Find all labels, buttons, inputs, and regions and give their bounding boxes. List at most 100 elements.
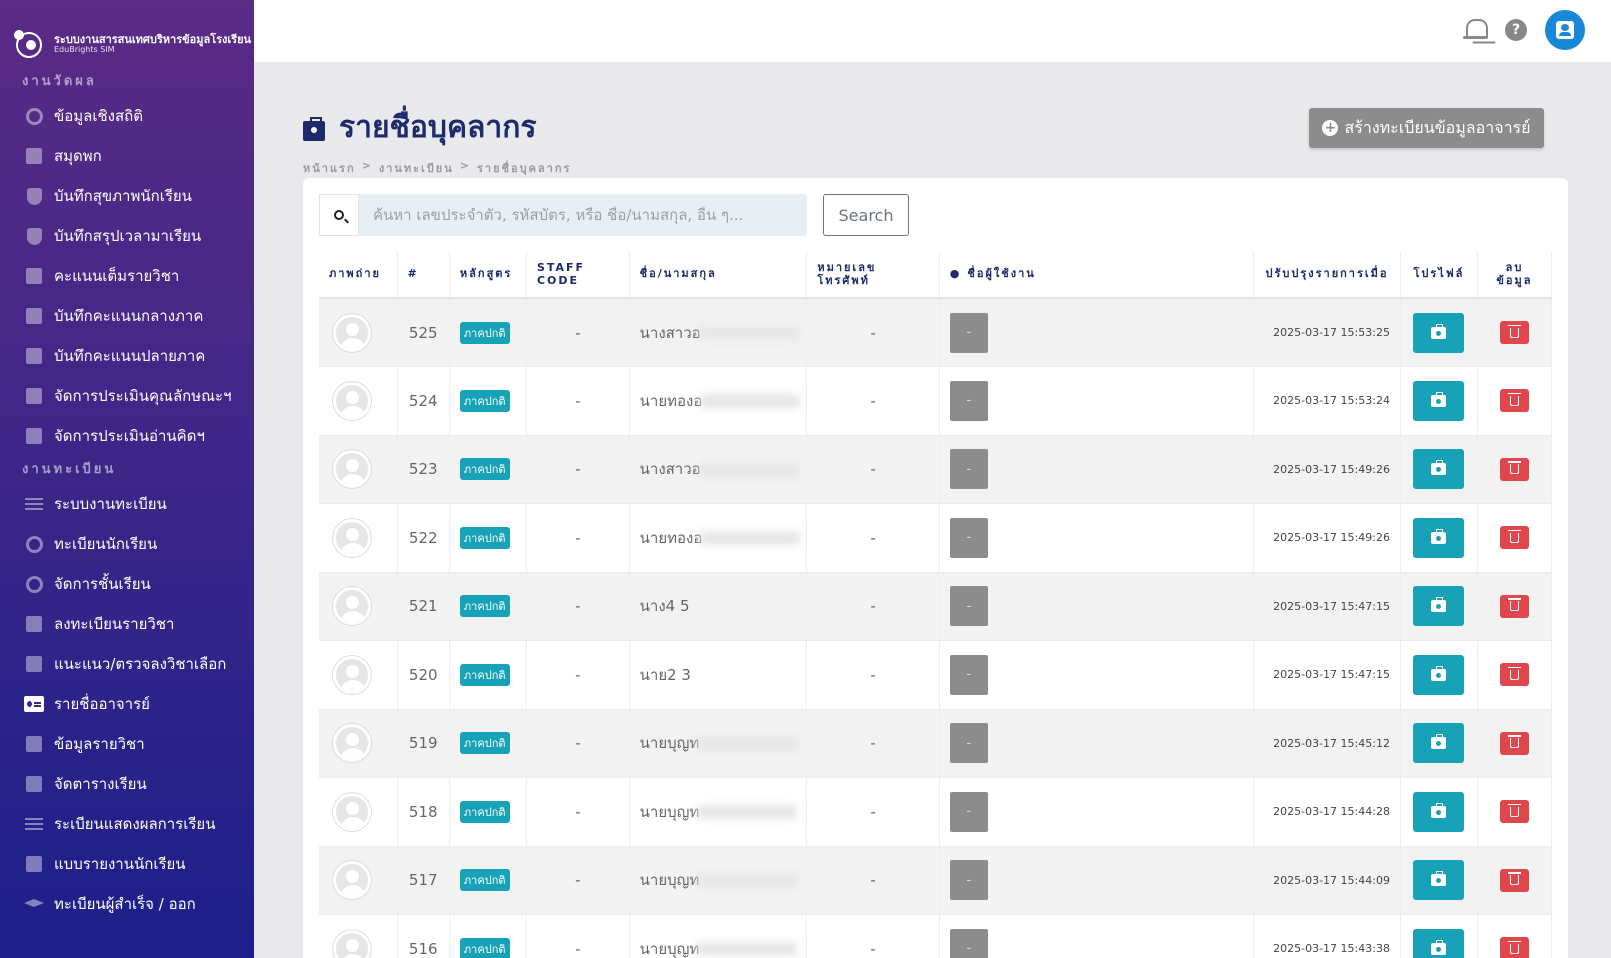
- staff-code: -: [526, 709, 630, 778]
- sidebar-item[interactable]: จัดการประเมินอ่านคิดฯ: [0, 416, 254, 456]
- user-icon: ●: [949, 267, 962, 281]
- staff-table: ภาพถ่าย # หลักสูตร STAFF CODE ชื่อ/นามสก…: [319, 252, 1553, 958]
- staff-name: นางสาวอ: [639, 460, 701, 479]
- delete-button[interactable]: [1499, 321, 1529, 344]
- sidebar-item[interactable]: ข้อมูลเชิงสถิติ: [0, 96, 254, 136]
- username-button[interactable]: -: [949, 517, 988, 558]
- search-input[interactable]: [359, 206, 799, 224]
- sidebar-item[interactable]: สมุดพก: [0, 136, 254, 176]
- staff-list-card: Search ภาพถ่าย # หลักสูตร STAFF CODE ชื่…: [303, 178, 1568, 958]
- sidebar-item-label: แนะแนว/ตรวจลงวิชาเลือก: [54, 655, 227, 673]
- sidebar-item[interactable]: ทะเบียนนักเรียน: [0, 524, 254, 564]
- col-profile: โปรไฟล์: [1400, 252, 1478, 299]
- delete-cell: [1477, 777, 1553, 847]
- sidebar-item[interactable]: ลงทะเบียนรายวิชา: [0, 604, 254, 644]
- delete-button[interactable]: [1499, 800, 1529, 824]
- id-card-icon: [24, 695, 44, 713]
- table-row: 523 ภาคปกติ - นางสาวอ - - 2025-03-17 15:…: [319, 435, 1553, 504]
- course-cell: ภาคปกติ: [449, 298, 527, 367]
- username-button[interactable]: -: [949, 380, 988, 421]
- sidebar-item[interactable]: จัดการประเมินคุณลักษณะฯ: [0, 376, 254, 416]
- profile-button[interactable]: [1413, 586, 1465, 627]
- course-badge: ภาคปกติ: [459, 663, 510, 686]
- profile-button[interactable]: [1413, 312, 1465, 353]
- breadcrumb-home[interactable]: หน้าแรก: [303, 159, 356, 177]
- profile-button[interactable]: [1413, 791, 1465, 832]
- username-button[interactable]: -: [949, 723, 988, 764]
- redacted-name: [697, 736, 798, 751]
- graduation-cap-icon: [24, 895, 44, 913]
- delete-button[interactable]: [1499, 594, 1529, 618]
- staff-code: -: [526, 366, 630, 436]
- row-number: 519: [397, 709, 450, 778]
- profile-button[interactable]: [1413, 380, 1465, 421]
- delete-button[interactable]: [1499, 868, 1529, 892]
- sidebar-item[interactable]: บันทึกคะแนนปลายภาค: [0, 336, 254, 376]
- avatar-placeholder-icon: [333, 724, 371, 763]
- page-title: รายชื่อบุคลากร: [339, 110, 537, 145]
- sidebar-item[interactable]: ระเบียนแสดงผลการเรียน: [0, 804, 254, 844]
- sidebar-item[interactable]: คะแนนเต็มรายวิชา: [0, 256, 254, 296]
- phone: -: [806, 777, 940, 847]
- breadcrumb-registration[interactable]: งานทะเบียน: [379, 159, 454, 177]
- delete-button[interactable]: [1499, 937, 1529, 958]
- username-button[interactable]: -: [949, 791, 988, 832]
- table-row: 525 ภาคปกติ - นางสาวอ - - 2025-03-17 15:…: [319, 298, 1553, 367]
- username-button[interactable]: -: [949, 312, 988, 353]
- sidebar-item[interactable]: จัดการชั้นเรียน: [0, 564, 254, 604]
- sidebar-item[interactable]: ข้อมูลรายวิชา: [0, 724, 254, 764]
- help-icon[interactable]: ?: [1505, 19, 1527, 41]
- sidebar-item[interactable]: บันทึกสุขภาพนักเรียน: [0, 176, 254, 216]
- phone: -: [806, 914, 940, 958]
- staff-code: -: [526, 435, 630, 504]
- staff-code: -: [526, 503, 630, 573]
- col-staff-code: STAFF CODE: [526, 252, 630, 299]
- phone: -: [806, 435, 940, 504]
- topbar: ?: [254, 0, 1611, 62]
- sidebar-item[interactable]: บันทึกสรุปเวลามาเรียน: [0, 216, 254, 256]
- delete-cell: [1477, 435, 1553, 504]
- profile-cell: [1400, 914, 1478, 958]
- profile-button[interactable]: [1413, 928, 1465, 958]
- username-button[interactable]: -: [949, 928, 988, 958]
- username-cell: -: [939, 298, 1255, 367]
- profile-button[interactable]: [1413, 860, 1465, 901]
- delete-button[interactable]: [1499, 731, 1529, 755]
- bell-icon[interactable]: [1463, 17, 1488, 43]
- user-account-icon[interactable]: [1545, 10, 1585, 50]
- create-teacher-button[interactable]: + สร้างทะเบียนข้อมูลอาจารย์: [1309, 108, 1544, 148]
- sidebar-item[interactable]: จัดตารางเรียน: [0, 764, 254, 804]
- sidebar-item[interactable]: บันทึกคะแนนกลางภาค: [0, 296, 254, 336]
- delete-button[interactable]: [1499, 457, 1529, 481]
- updated-at: 2025-03-17 15:47:15: [1253, 572, 1401, 641]
- table-row: 521 ภาคปกติ - นาง4 5 - - 2025-03-17 15:4…: [319, 572, 1553, 641]
- sidebar-item[interactable]: แบบรายงานนักเรียน: [0, 844, 254, 884]
- username-button[interactable]: -: [949, 860, 988, 901]
- sidebar-item[interactable]: รายชื่ออาจารย์: [0, 684, 254, 724]
- sidebar-item[interactable]: ทะเบียนผู้สำเร็จ / ออก: [0, 884, 254, 924]
- delete-button[interactable]: [1499, 389, 1529, 413]
- username-button[interactable]: -: [949, 586, 988, 627]
- profile-button[interactable]: [1413, 723, 1465, 764]
- profile-button[interactable]: [1413, 654, 1465, 695]
- course-cell: ภาคปกติ: [449, 846, 527, 915]
- profile-cell: [1400, 366, 1478, 436]
- sidebar-item[interactable]: ระบบงานทะเบียน: [0, 484, 254, 524]
- phone: -: [806, 572, 940, 641]
- profile-button[interactable]: [1413, 449, 1465, 490]
- table-row: 516 ภาคปกติ - นายบุญท - - 2025-03-17 15:…: [319, 914, 1553, 958]
- delete-button[interactable]: [1499, 663, 1529, 687]
- search-button[interactable]: Search: [823, 194, 909, 236]
- profile-button[interactable]: [1413, 517, 1465, 558]
- username-button[interactable]: -: [949, 654, 988, 695]
- username-cell: -: [939, 503, 1255, 573]
- username-button[interactable]: -: [949, 449, 988, 490]
- sidebar-item[interactable]: แนะแนว/ตรวจลงวิชาเลือก: [0, 644, 254, 684]
- avatar-placeholder-icon: [333, 518, 371, 557]
- sidebar-item-label: ระเบียนแสดงผลการเรียน: [54, 815, 216, 833]
- avatar-placeholder-icon: [333, 587, 371, 626]
- username-cell: -: [939, 435, 1255, 504]
- brand[interactable]: ระบบงานสารสนเทศบริหารข้อมูลโรงเรียน EduB…: [0, 0, 254, 64]
- delete-button[interactable]: [1499, 526, 1529, 550]
- staff-name: นาง4 5: [639, 597, 690, 616]
